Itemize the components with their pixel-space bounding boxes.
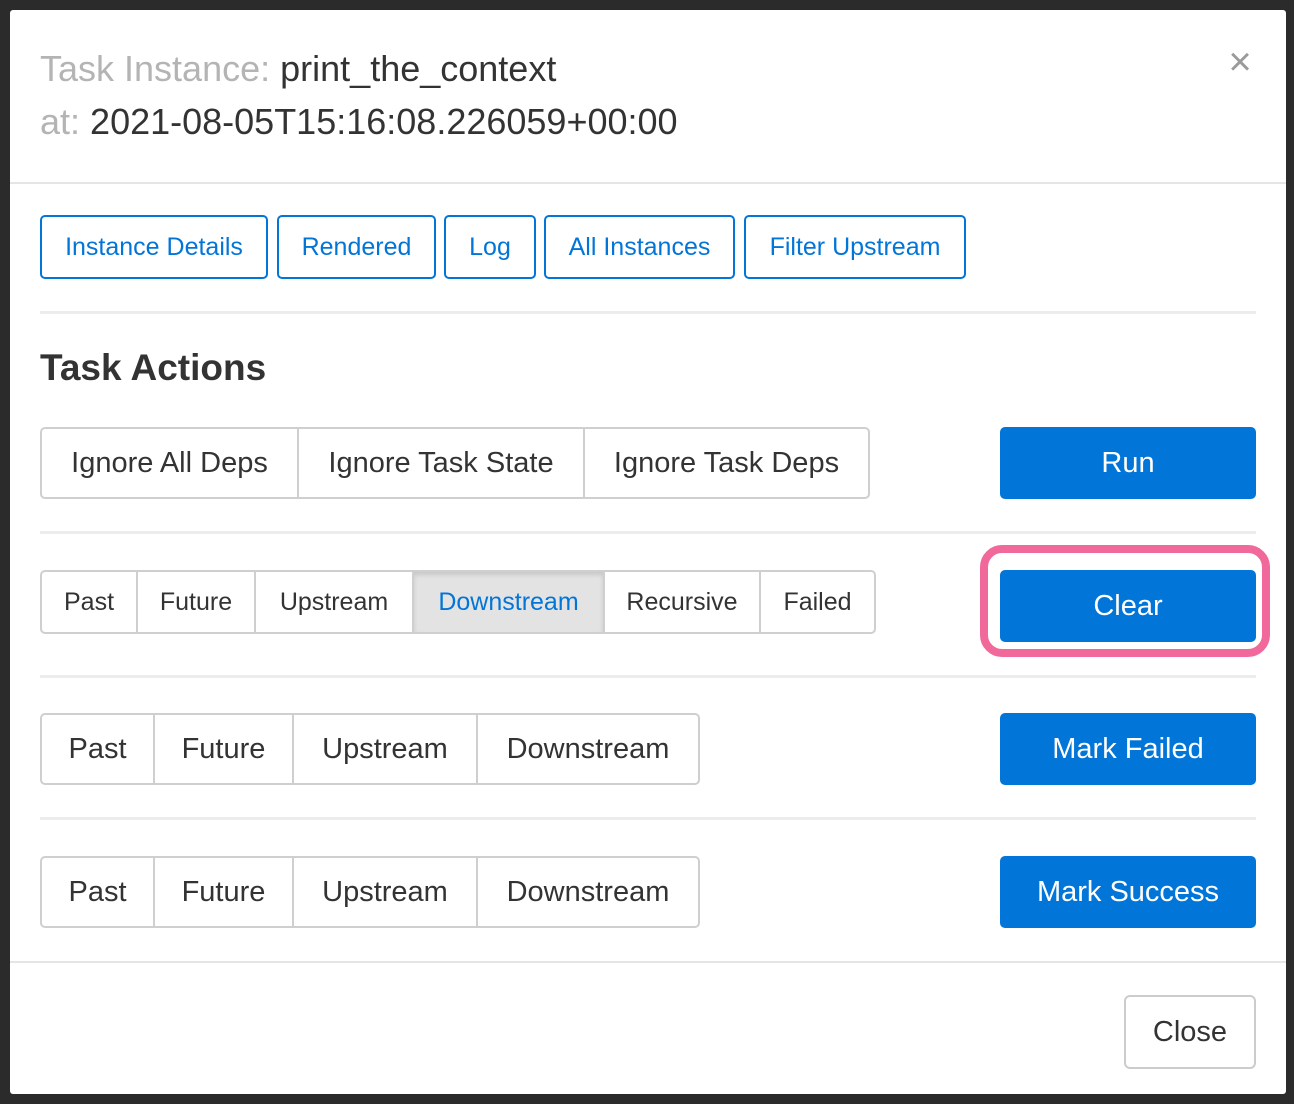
task-instance-label: Task Instance:	[40, 48, 271, 89]
divider	[40, 531, 1256, 534]
clear-recursive-toggle[interactable]: Recursive	[605, 572, 761, 632]
mark-success-options-group: Past Future Upstream Downstream	[40, 856, 700, 928]
task-instance-modal: Task Instance: print_the_context at: 202…	[10, 10, 1286, 1094]
instance-details-button[interactable]: Instance Details	[40, 215, 268, 279]
mark-failed-button[interactable]: Mark Failed	[1000, 713, 1256, 785]
modal-header: Task Instance: print_the_context at: 202…	[10, 10, 1286, 184]
mark-success-future-toggle[interactable]: Future	[155, 858, 294, 926]
clear-button[interactable]: Clear	[1000, 570, 1256, 642]
mark-success-upstream-toggle[interactable]: Upstream	[294, 858, 478, 926]
task-actions-title: Task Actions	[40, 347, 267, 388]
mark-failed-options-group: Past Future Upstream Downstream	[40, 713, 700, 785]
at-label: at:	[40, 101, 81, 142]
close-button[interactable]: Close	[1124, 995, 1256, 1069]
clear-options-group: Past Future Upstream Downstream Recursiv…	[40, 570, 876, 634]
mark-success-past-toggle[interactable]: Past	[42, 858, 155, 926]
rendered-button[interactable]: Rendered	[277, 215, 436, 279]
ignore-all-deps-toggle[interactable]: Ignore All Deps	[42, 429, 299, 497]
mark-failed-downstream-toggle[interactable]: Downstream	[478, 715, 698, 783]
task-instance-title: Task Instance: print_the_context	[40, 47, 556, 91]
divider	[40, 817, 1256, 820]
mark-success-downstream-toggle[interactable]: Downstream	[478, 858, 698, 926]
filter-upstream-button[interactable]: Filter Upstream	[744, 215, 966, 279]
divider	[40, 675, 1256, 678]
clear-past-toggle[interactable]: Past	[42, 572, 138, 632]
ignore-task-state-toggle[interactable]: Ignore Task State	[299, 429, 585, 497]
task-name: print_the_context	[280, 48, 557, 89]
mark-failed-past-toggle[interactable]: Past	[42, 715, 155, 783]
mark-failed-upstream-toggle[interactable]: Upstream	[294, 715, 478, 783]
execution-date-title: at: 2021-08-05T15:16:08.226059+00:00	[40, 100, 678, 144]
modal-footer-divider	[10, 961, 1286, 963]
clear-future-toggle[interactable]: Future	[138, 572, 256, 632]
close-icon[interactable]: ×	[1222, 42, 1258, 82]
log-button[interactable]: Log	[444, 215, 536, 279]
run-button[interactable]: Run	[1000, 427, 1256, 499]
mark-failed-future-toggle[interactable]: Future	[155, 715, 294, 783]
clear-upstream-toggle[interactable]: Upstream	[256, 572, 414, 632]
ignore-task-deps-toggle[interactable]: Ignore Task Deps	[585, 429, 868, 497]
run-options-group: Ignore All Deps Ignore Task State Ignore…	[40, 427, 870, 499]
clear-downstream-toggle[interactable]: Downstream	[414, 572, 605, 632]
all-instances-button[interactable]: All Instances	[544, 215, 735, 279]
mark-success-button[interactable]: Mark Success	[1000, 856, 1256, 928]
divider	[40, 311, 1256, 314]
clear-failed-toggle[interactable]: Failed	[761, 572, 874, 632]
execution-date: 2021-08-05T15:16:08.226059+00:00	[90, 101, 678, 142]
